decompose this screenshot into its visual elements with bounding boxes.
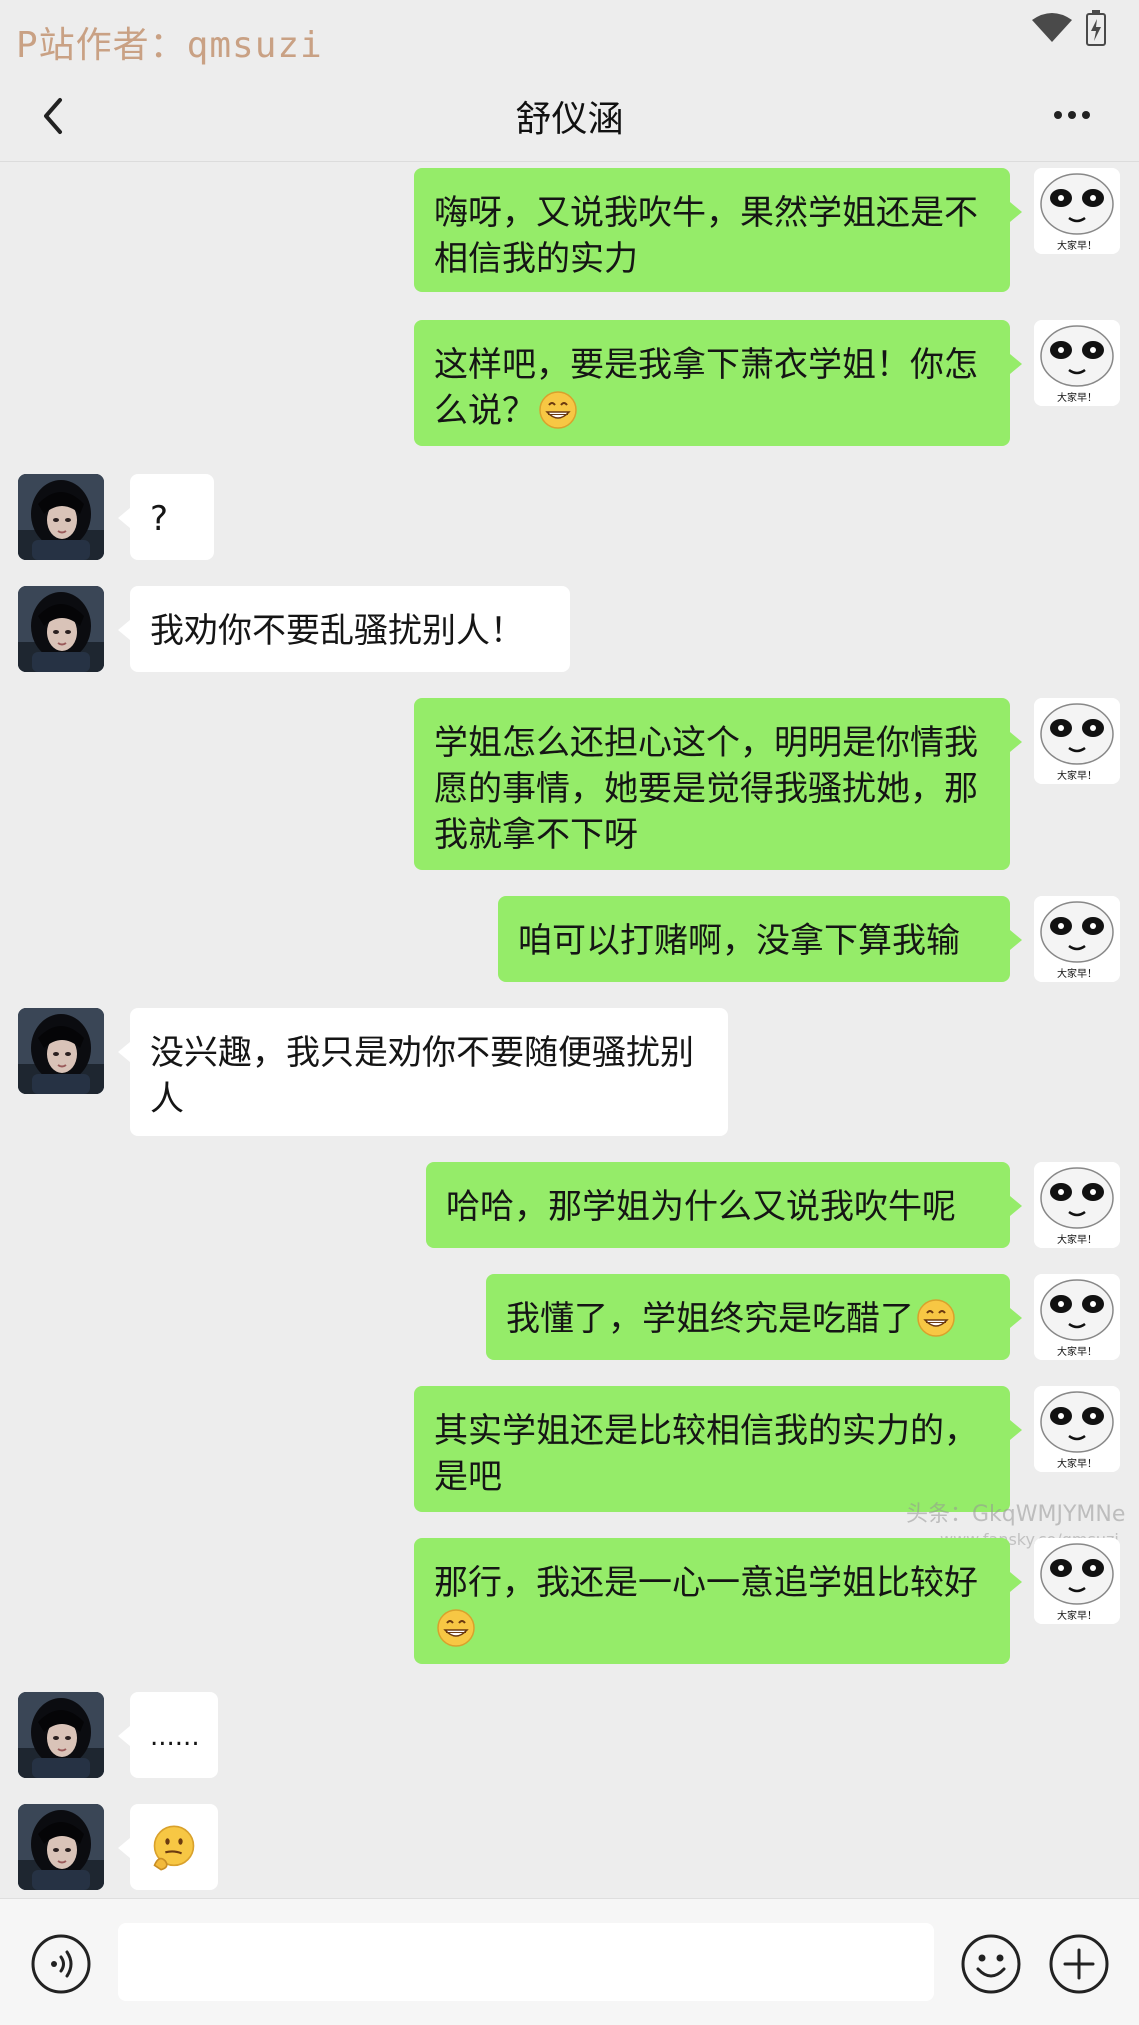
avatar-caption: 大家早！ <box>1057 769 1097 782</box>
avatar-caption: 大家早！ <box>1057 1609 1097 1622</box>
self-avatar[interactable]: 大家早！ <box>1034 698 1120 784</box>
message-bubble-outgoing[interactable]: 咱可以打赌啊，没拿下算我输 <box>498 896 1022 982</box>
peer-avatar[interactable] <box>18 1008 104 1094</box>
message-bubble-outgoing[interactable]: 我懂了，学姐终究是吃醋了 <box>486 1274 1022 1360</box>
chat-header: 舒仪涵 <box>0 72 1139 162</box>
more-dots-icon[interactable] <box>1040 90 1110 140</box>
message-text: 我懂了，学姐终究是吃醋了 <box>506 1299 914 1339</box>
message-bubble-incoming[interactable] <box>118 1804 218 1890</box>
message-text: 咱可以打赌啊，没拿下算我输 <box>518 921 960 961</box>
avatar-caption: 大家早！ <box>1057 1233 1097 1246</box>
message-text: 其实学姐还是比较相信我的实力的，是吧 <box>434 1411 978 1497</box>
message-text: 那行，我还是一心一意追学姐比较好 <box>434 1563 978 1603</box>
self-avatar[interactable]: 大家早！ <box>1034 1274 1120 1360</box>
grin-emoji-icon <box>916 1298 956 1338</box>
message-bubble-incoming[interactable]: ? <box>118 474 214 560</box>
battery-icon <box>1086 10 1106 46</box>
self-avatar[interactable]: 大家早！ <box>1034 1162 1120 1248</box>
avatar-caption: 大家早！ <box>1057 1457 1097 1470</box>
message-text: 学姐怎么还担心这个，明明是你情我愿的事情，她要是觉得我骚扰她，那我就拿不下呀 <box>434 723 978 855</box>
overlay-watermark-line1: 头条：GkqWMJYMNe <box>906 1502 1126 1527</box>
message-bubble-outgoing[interactable]: 嗨呀，又说我吹牛，果然学姐还是不相信我的实力 <box>414 168 1022 292</box>
message-text: 哈哈，那学姐为什么又说我吹牛呢 <box>446 1187 956 1227</box>
self-avatar[interactable]: 大家早！ <box>1034 168 1120 254</box>
message-bubble-outgoing[interactable]: 其实学姐还是比较相信我的实力的，是吧 <box>414 1386 1022 1512</box>
voice-icon[interactable] <box>30 1933 92 1995</box>
message-text-input[interactable] <box>118 1923 934 2001</box>
message-text: 这样吧，要是我拿下萧衣学姐！你怎么说？ <box>434 345 978 431</box>
message-bubble-outgoing[interactable]: 学姐怎么还担心这个，明明是你情我愿的事情，她要是觉得我骚扰她，那我就拿不下呀 <box>414 698 1022 870</box>
message-input-bar <box>0 1898 1139 2025</box>
author-watermark: P站作者：qmsuzi <box>16 25 323 66</box>
message-text: ...... <box>150 1722 200 1752</box>
peer-avatar[interactable] <box>18 1804 104 1890</box>
message-text: ? <box>150 499 169 539</box>
avatar-caption: 大家早！ <box>1057 391 1097 404</box>
thinking-emoji-icon <box>148 1822 200 1874</box>
self-avatar[interactable]: 大家早！ <box>1034 1386 1120 1472</box>
message-bubble-incoming[interactable]: 我劝你不要乱骚扰别人！ <box>118 586 570 672</box>
wifi-icon <box>1032 13 1072 42</box>
emoji-icon[interactable] <box>960 1933 1022 1995</box>
message-text: 嗨呀，又说我吹牛，果然学姐还是不相信我的实力 <box>434 193 978 279</box>
peer-avatar[interactable] <box>18 586 104 672</box>
avatar-caption: 大家早！ <box>1057 967 1097 980</box>
avatar-caption: 大家早！ <box>1057 1345 1097 1358</box>
message-bubble-outgoing[interactable]: 哈哈，那学姐为什么又说我吹牛呢 <box>426 1162 1022 1248</box>
message-bubble-incoming[interactable]: 没兴趣，我只是劝你不要随便骚扰别人 <box>118 1008 728 1136</box>
self-avatar[interactable]: 大家早！ <box>1034 1538 1120 1624</box>
message-text: 没兴趣，我只是劝你不要随便骚扰别人 <box>150 1033 694 1119</box>
status-bar: P站作者：qmsuzi <box>0 0 1139 72</box>
message-bubble-outgoing[interactable]: 那行，我还是一心一意追学姐比较好 <box>414 1538 1022 1664</box>
peer-avatar[interactable] <box>18 1692 104 1778</box>
self-avatar[interactable]: 大家早！ <box>1034 896 1120 982</box>
message-bubble-outgoing[interactable]: 这样吧，要是我拿下萧衣学姐！你怎么说？ <box>414 320 1022 446</box>
chat-title: 舒仪涵 <box>515 99 624 140</box>
plus-icon[interactable] <box>1048 1933 1110 1995</box>
peer-avatar[interactable] <box>18 474 104 560</box>
grin-emoji-icon <box>436 1608 476 1648</box>
self-avatar[interactable]: 大家早！ <box>1034 320 1120 406</box>
grin-emoji-icon <box>538 390 578 430</box>
message-text: 我劝你不要乱骚扰别人！ <box>150 611 524 651</box>
avatar-caption: 大家早！ <box>1057 239 1097 252</box>
message-bubble-incoming[interactable]: ...... <box>118 1692 218 1778</box>
